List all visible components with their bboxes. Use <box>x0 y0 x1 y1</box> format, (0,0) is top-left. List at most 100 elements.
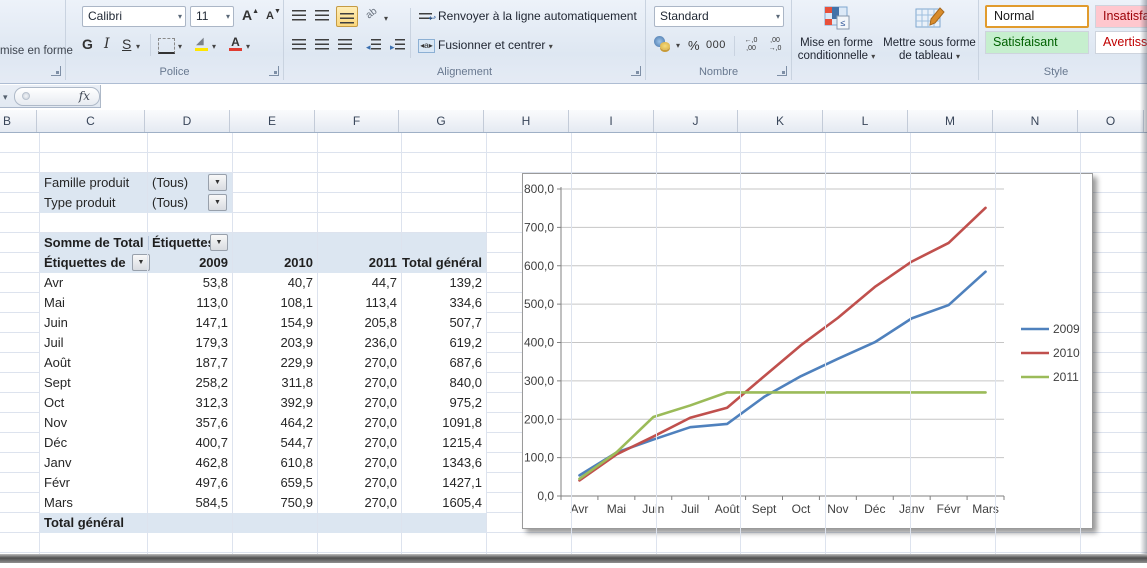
style-chip-normal[interactable]: Normal <box>985 5 1089 28</box>
grand-total-label: Total général <box>44 513 124 533</box>
font-name-combo[interactable]: Calibri ▾ <box>82 6 186 27</box>
pivot-row-nov[interactable]: Nov357,6464,2270,01091,8 <box>40 413 487 433</box>
name-box-arrow-icon[interactable]: ▾ <box>3 92 8 103</box>
number-format-value: Standard <box>660 9 709 23</box>
pivot-row-mai[interactable]: Mai113,0108,1113,4334,6 <box>40 293 487 313</box>
column-header-M[interactable]: M <box>908 110 993 132</box>
align-left-button[interactable] <box>292 38 306 53</box>
pivot-row-juin[interactable]: Juin147,1154,9205,8507,7 <box>40 313 487 333</box>
chevron-down-icon[interactable]: ▾ <box>676 41 680 50</box>
column-header-O[interactable]: O <box>1078 110 1144 132</box>
chevron-down-icon[interactable]: ▾ <box>549 42 553 51</box>
cell-value: 1215,4 <box>397 433 482 453</box>
comma-style-button[interactable]: 000 <box>706 39 726 51</box>
font-size-combo[interactable]: 11 ▾ <box>190 6 234 27</box>
chevron-down-icon[interactable]: ▾ <box>246 42 250 51</box>
row-label: Sept <box>44 373 71 393</box>
row-label: Janv <box>44 453 71 473</box>
chevron-down-icon[interactable]: ▾ <box>212 42 216 51</box>
y-axis-label: 100,0 <box>524 451 554 465</box>
font-color-button[interactable]: A <box>228 35 243 52</box>
col-labels-dropdown-button[interactable]: ▼ <box>210 234 228 251</box>
dialog-launcher-icon[interactable] <box>269 66 279 76</box>
column-header-C[interactable]: C <box>37 110 145 132</box>
column-header-I[interactable]: I <box>569 110 654 132</box>
dialog-launcher-icon[interactable] <box>51 66 61 76</box>
italic-button[interactable]: I <box>104 36 110 52</box>
chevron-down-icon[interactable]: ▾ <box>956 52 960 61</box>
decrease-decimal-button[interactable]: ,00 →,0 <box>764 37 786 53</box>
column-header-B[interactable]: B <box>0 110 37 132</box>
formula-input[interactable] <box>101 85 1147 109</box>
cell-value: 270,0 <box>313 473 397 493</box>
pivot-row-sept[interactable]: Sept258,2311,8270,0840,0 <box>40 373 487 393</box>
cell-value: 113,4 <box>313 293 397 313</box>
fill-color-button[interactable]: ◢ <box>194 36 209 52</box>
conditional-formatting-button[interactable]: ≤ Mise en forme conditionnelle ▾ <box>792 0 881 80</box>
chevron-down-icon[interactable]: ▾ <box>384 14 388 23</box>
align-bottom-button[interactable] <box>336 6 358 27</box>
chevron-down-icon[interactable]: ▾ <box>178 42 182 51</box>
chevron-down-icon[interactable]: ▾ <box>178 7 182 26</box>
orientation-button[interactable]: ab <box>364 6 380 22</box>
column-header-E[interactable]: E <box>230 110 315 132</box>
underline-button[interactable]: S <box>122 36 131 52</box>
svg-text:≤: ≤ <box>840 18 845 28</box>
chevron-down-icon[interactable]: ▾ <box>776 7 780 26</box>
column-header-J[interactable]: J <box>654 110 738 132</box>
format-as-table-button[interactable]: Mettre sous forme de tableau ▾ <box>881 0 979 80</box>
row-label: Févr <box>44 473 70 493</box>
align-top-button[interactable] <box>292 9 306 24</box>
number-format-combo[interactable]: Standard ▾ <box>654 6 784 27</box>
merge-center-button[interactable]: Fusionner et centrer ▾ <box>438 34 553 58</box>
column-header-N[interactable]: N <box>993 110 1078 132</box>
column-header-G[interactable]: G <box>399 110 484 132</box>
align-center-button[interactable] <box>315 38 329 53</box>
dialog-launcher-icon[interactable] <box>631 66 641 76</box>
group-label-alignment: Alignement <box>284 66 645 78</box>
borders-button[interactable] <box>158 38 175 54</box>
pivot-row-févr[interactable]: Févr497,6659,5270,01427,1 <box>40 473 487 493</box>
pivot-row-juil[interactable]: Juil179,3203,9236,0619,2 <box>40 333 487 353</box>
window-bottom-shadow <box>0 554 1147 563</box>
pivot-row-oct[interactable]: Oct312,3392,9270,0975,2 <box>40 393 487 413</box>
align-middle-button[interactable] <box>315 9 329 24</box>
pivot-row-avr[interactable]: Avr53,840,744,7139,2 <box>40 273 487 293</box>
currency-button[interactable] <box>654 36 672 51</box>
increase-decimal-button[interactable]: ←,0 ,00 <box>740 37 762 53</box>
dialog-launcher-icon[interactable] <box>777 66 787 76</box>
chevron-down-icon[interactable]: ▾ <box>136 42 140 51</box>
style-chip-satisfaisant[interactable]: Satisfaisant <box>985 31 1089 54</box>
column-header-F[interactable]: F <box>315 110 399 132</box>
format-painter-label[interactable]: mise en forme <box>0 40 73 62</box>
pivot-row-déc[interactable]: Déc400,7544,7270,01215,4 <box>40 433 487 453</box>
row-label: Mai <box>44 293 65 313</box>
increase-indent-button[interactable]: ▸ <box>390 38 405 53</box>
wrap-text-button[interactable]: Renvoyer à la ligne automatiquement <box>438 5 637 27</box>
grow-font-button[interactable]: A▲ <box>242 7 259 23</box>
align-right-button[interactable] <box>338 38 352 53</box>
column-header-K[interactable]: K <box>738 110 823 132</box>
cell-value: 750,9 <box>229 493 313 513</box>
line-chart[interactable]: 0,0100,0200,0300,0400,0500,0600,0700,080… <box>522 173 1093 529</box>
chevron-down-icon[interactable]: ▾ <box>871 52 875 61</box>
column-header-L[interactable]: L <box>823 110 908 132</box>
pivot-row-janv[interactable]: Janv462,8610,8270,01343,6 <box>40 453 487 473</box>
column-header-H[interactable]: H <box>484 110 569 132</box>
filter-type-dropdown-button[interactable]: ▼ <box>208 194 227 211</box>
sheet-grid[interactable]: Famille produit (Tous) ▼ Type produit (T… <box>0 133 1147 554</box>
insert-function-button[interactable]: fx <box>14 87 100 106</box>
bold-button[interactable]: G <box>82 36 93 52</box>
cell-value: 1343,6 <box>397 453 482 473</box>
pivot-header-row-1: Somme de Total Étiquettes ▼ <box>40 233 487 253</box>
chevron-down-icon[interactable]: ▾ <box>226 7 230 26</box>
percent-style-button[interactable]: % <box>688 38 700 53</box>
pivot-row-mars[interactable]: Mars584,5750,9270,01605,4 <box>40 493 487 513</box>
filter-family-dropdown-button[interactable]: ▼ <box>208 174 227 191</box>
pivot-row-août[interactable]: Août187,7229,9270,0687,6 <box>40 353 487 373</box>
decrease-indent-button[interactable]: ◂ <box>366 38 381 53</box>
ribbon-group-clipboard: mise en forme <box>0 0 66 80</box>
column-header-D[interactable]: D <box>145 110 230 132</box>
shrink-font-button[interactable]: A▼ <box>266 8 281 22</box>
cell-value: 464,2 <box>229 413 313 433</box>
